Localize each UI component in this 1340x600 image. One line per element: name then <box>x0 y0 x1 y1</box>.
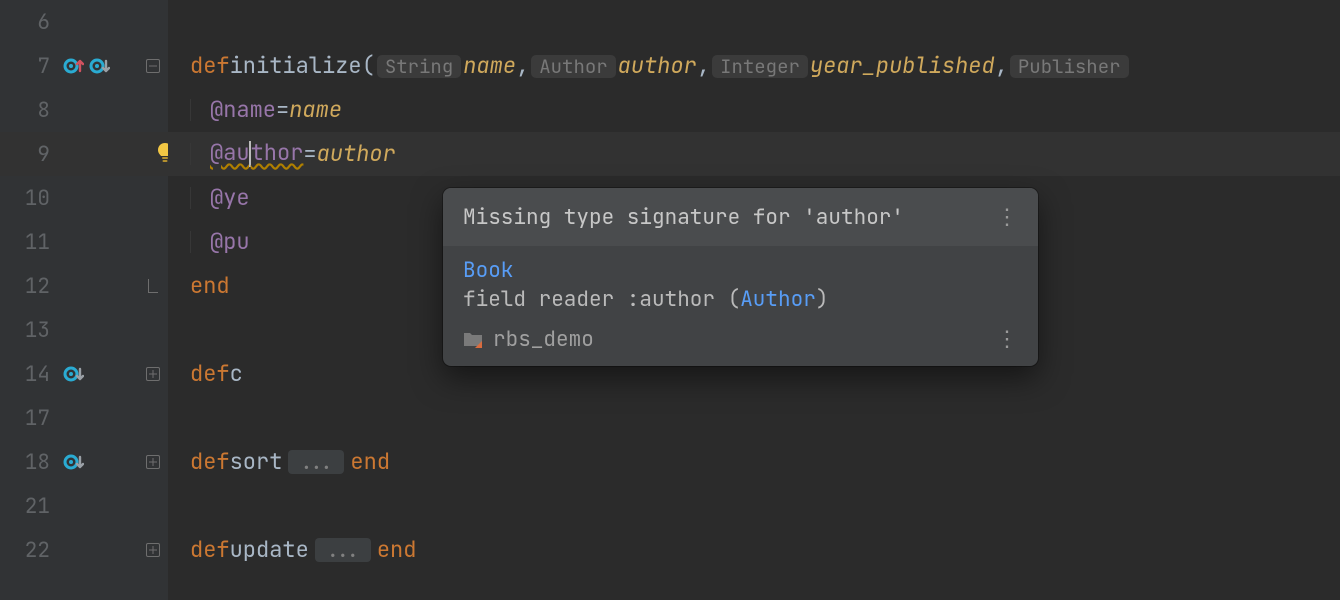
paren-open: ( <box>362 55 375 77</box>
code-line[interactable]: def update... end <box>168 528 1340 572</box>
line-number: 13 <box>0 320 50 341</box>
method-name: c <box>230 363 243 385</box>
gutter-row: 21 <box>0 484 168 528</box>
keyword-end: end <box>377 539 417 561</box>
folder-icon <box>463 330 483 348</box>
gutter-row: 11 <box>0 220 168 264</box>
line-number: 8 <box>0 100 50 121</box>
keyword-end: end <box>350 451 390 473</box>
override-down-icon[interactable] <box>62 451 84 473</box>
fold-expand-icon[interactable] <box>144 453 162 471</box>
line-number: 6 <box>0 12 50 33</box>
method-name: update <box>230 539 309 561</box>
type-hint: Author <box>531 55 615 78</box>
code-line[interactable] <box>168 0 1340 44</box>
more-options-icon[interactable]: ⋮ <box>996 328 1018 350</box>
popup-footer: rbs_demo ⋮ <box>443 318 1038 366</box>
code-line-current[interactable]: @author = author <box>168 132 1340 176</box>
fold-end-icon[interactable] <box>144 277 162 295</box>
gutter-row: 8 <box>0 88 168 132</box>
line-number: 18 <box>0 452 50 473</box>
fold-placeholder[interactable]: ... <box>288 450 344 474</box>
popup-header: Missing type signature for 'author' ⋮ <box>443 188 1038 246</box>
ivar-publisher: @pu <box>210 231 250 253</box>
inspection-popup: Missing type signature for 'author' ⋮ Bo… <box>443 188 1038 366</box>
comma: , <box>995 55 1008 77</box>
equals: = <box>276 99 289 121</box>
param-author: author <box>618 55 697 77</box>
gutter-row: 22 <box>0 528 168 572</box>
comma: , <box>516 55 529 77</box>
gutter-row: 9 <box>0 132 168 176</box>
code-area[interactable]: def initialize( String name, Author auth… <box>168 0 1340 600</box>
gutter-row: 14 <box>0 352 168 396</box>
param-name: name <box>463 55 516 77</box>
method-name: initialize <box>230 55 362 77</box>
ivar-year: @ye <box>210 187 250 209</box>
popup-type: Author <box>740 286 816 313</box>
gutter-row: 12 <box>0 264 168 308</box>
line-number: 9 <box>0 144 50 165</box>
gutter-row: 6 <box>0 0 168 44</box>
gutter-row: 18 <box>0 440 168 484</box>
line-number: 10 <box>0 188 50 209</box>
type-hint: Integer <box>712 55 808 78</box>
popup-class-name: Book <box>463 260 1018 281</box>
more-options-icon[interactable]: ⋮ <box>996 206 1018 228</box>
keyword-def: def <box>190 363 230 385</box>
code-line[interactable] <box>168 484 1340 528</box>
gutter-row: 13 <box>0 308 168 352</box>
ref-name: name <box>289 99 342 121</box>
ivar-name: @name <box>210 99 276 121</box>
keyword-end: end <box>190 275 230 297</box>
comma: , <box>697 55 710 77</box>
line-number: 14 <box>0 364 50 385</box>
line-number: 22 <box>0 540 50 561</box>
override-down-icon[interactable] <box>62 363 84 385</box>
popup-title: Missing type signature for 'author' <box>463 207 904 228</box>
gutter-row: 7 <box>0 44 168 88</box>
keyword-def: def <box>190 55 230 77</box>
override-up-icon[interactable] <box>62 55 84 77</box>
code-line[interactable]: def sort... end <box>168 440 1340 484</box>
ivar-author: @author <box>210 141 303 167</box>
code-line[interactable] <box>168 396 1340 440</box>
line-number: 7 <box>0 56 50 77</box>
param-year: year_published <box>810 55 995 77</box>
ref-author: author <box>317 143 396 165</box>
line-number: 21 <box>0 496 50 517</box>
fold-placeholder[interactable]: ... <box>315 538 371 562</box>
method-name: sort <box>230 451 283 473</box>
keyword-def: def <box>190 451 230 473</box>
gutter-row: 10 <box>0 176 168 220</box>
keyword-def: def <box>190 539 230 561</box>
popup-project-row: rbs_demo <box>463 329 594 350</box>
popup-project: rbs_demo <box>493 329 594 350</box>
code-line[interactable]: @name = name <box>168 88 1340 132</box>
type-hint: Publisher <box>1010 55 1129 78</box>
popup-body: Book field reader :author (Author) <box>443 246 1038 318</box>
override-down-icon[interactable] <box>88 55 110 77</box>
popup-field-line: field reader :author (Author) <box>463 289 1018 310</box>
type-hint: String <box>377 55 461 78</box>
equals: = <box>303 143 316 165</box>
line-number: 12 <box>0 276 50 297</box>
code-editor: 6 7 8 9 <box>0 0 1340 600</box>
line-number: 11 <box>0 232 50 253</box>
fold-expand-icon[interactable] <box>144 365 162 383</box>
code-line[interactable]: def initialize( String name, Author auth… <box>168 44 1340 88</box>
fold-collapse-icon[interactable] <box>144 57 162 75</box>
gutter-row: 17 <box>0 396 168 440</box>
line-number: 17 <box>0 408 50 429</box>
gutter: 6 7 8 9 <box>0 0 168 600</box>
fold-expand-icon[interactable] <box>144 541 162 559</box>
